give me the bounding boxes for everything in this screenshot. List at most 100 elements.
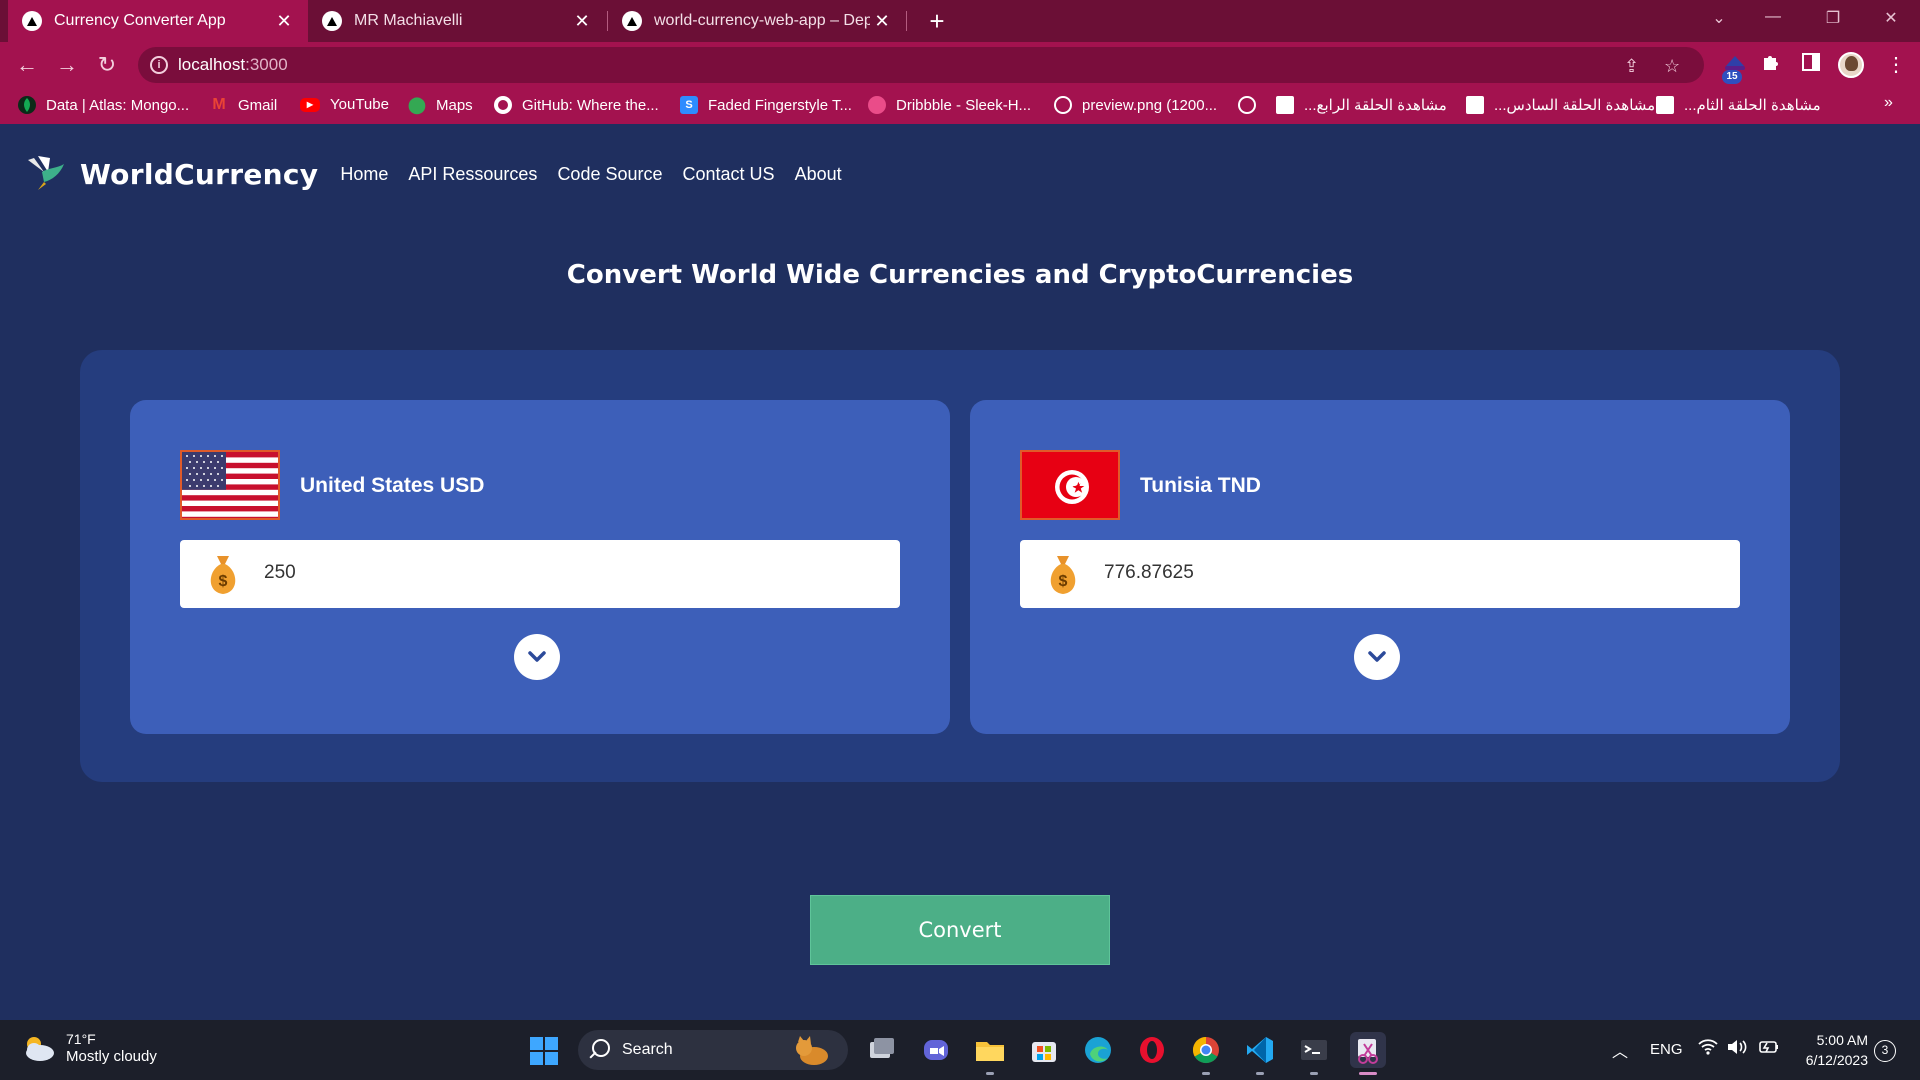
brand-name[interactable]: WorldCurrency bbox=[80, 158, 318, 191]
bookmark-item[interactable]: Dribbble - Sleek-H... bbox=[868, 96, 1031, 114]
microsoft-store-icon[interactable] bbox=[1026, 1032, 1062, 1068]
site-icon bbox=[1276, 96, 1294, 114]
vscode-icon[interactable] bbox=[1242, 1032, 1278, 1068]
bookmark-item[interactable] bbox=[1238, 96, 1266, 114]
search-highlight-cat-icon bbox=[796, 1036, 828, 1065]
bookmark-item[interactable]: M Gmail bbox=[210, 96, 277, 114]
back-arrow-icon[interactable]: ← bbox=[14, 52, 40, 78]
bookmark-star-icon[interactable]: ☆ bbox=[1664, 56, 1680, 77]
money-bag-icon: $ bbox=[206, 552, 240, 596]
terminal-icon[interactable] bbox=[1296, 1032, 1332, 1068]
input-language[interactable]: ENG bbox=[1650, 1041, 1683, 1058]
taskbar-search-box[interactable]: Search bbox=[578, 1030, 848, 1070]
globe-icon bbox=[1054, 96, 1072, 114]
bookmark-item[interactable]: ...مشاهدة الحلقة الثام bbox=[1656, 96, 1821, 114]
address-bar-row: ← → ↻ i localhost:3000 ⇪ ☆ bbox=[0, 42, 1920, 88]
chevron-down-icon bbox=[1368, 651, 1386, 662]
share-icon[interactable]: ⇪ bbox=[1624, 56, 1639, 77]
bird-logo-icon[interactable] bbox=[24, 154, 68, 194]
tab-title: Currency Converter App bbox=[54, 12, 226, 29]
opera-browser-icon[interactable] bbox=[1134, 1032, 1170, 1068]
maps-icon: ⬤ bbox=[408, 97, 426, 114]
browser-tab-strip: Currency Converter App ✕ MR Machiavelli … bbox=[0, 0, 1920, 42]
wifi-icon[interactable] bbox=[1698, 1038, 1718, 1061]
side-panel-icon[interactable] bbox=[1798, 52, 1824, 78]
from-currency-label: United States USD bbox=[300, 474, 485, 497]
from-amount-value: 250 bbox=[264, 562, 296, 583]
windows-start-icon[interactable] bbox=[530, 1037, 558, 1065]
tab-separator bbox=[906, 11, 907, 31]
from-amount-input[interactable]: $ 250 bbox=[180, 540, 900, 608]
url-field[interactable]: i localhost:3000 ⇪ ☆ bbox=[138, 47, 1704, 83]
bookmark-item[interactable]: ...مشاهدة الحلقة السادس bbox=[1466, 96, 1655, 114]
edge-browser-icon[interactable] bbox=[1080, 1032, 1116, 1068]
weather-temperature: 71°F bbox=[66, 1031, 96, 1047]
vercel-icon bbox=[622, 11, 642, 31]
chrome-browser-icon[interactable] bbox=[1188, 1032, 1224, 1068]
nav-home-link[interactable]: Home bbox=[340, 164, 388, 185]
from-currency-dropdown-button[interactable] bbox=[514, 634, 560, 680]
close-tab-icon[interactable]: ✕ bbox=[870, 11, 894, 32]
gmail-icon: M bbox=[212, 96, 226, 113]
bookmark-item[interactable]: ...مشاهدة الحلقة الرابع bbox=[1276, 96, 1447, 114]
clock-time: 5:00 AM bbox=[1816, 1032, 1868, 1048]
partly-cloudy-icon bbox=[20, 1033, 56, 1063]
notification-badge[interactable]: 3 bbox=[1874, 1040, 1896, 1062]
teams-chat-icon[interactable] bbox=[918, 1032, 954, 1068]
songsterr-icon: S bbox=[680, 96, 698, 114]
tab-title: world-currency-web-app – Deplo bbox=[654, 12, 870, 29]
github-icon bbox=[494, 96, 512, 114]
bookmark-item[interactable]: GitHub: Where the... bbox=[494, 96, 659, 114]
from-currency-card: United States USD $ 250 bbox=[130, 400, 950, 734]
browser-menu-icon[interactable]: ⋮ bbox=[1886, 52, 1906, 77]
bookmark-item[interactable]: ▶ YouTube bbox=[300, 96, 389, 113]
tab-mr-machiavelli[interactable]: MR Machiavelli ✕ bbox=[308, 0, 606, 42]
task-view-icon[interactable] bbox=[864, 1032, 900, 1068]
convert-button[interactable]: Convert bbox=[810, 895, 1110, 965]
minimize-button[interactable]: — bbox=[1758, 8, 1788, 26]
volume-icon[interactable] bbox=[1726, 1038, 1748, 1061]
nav-contact-us-link[interactable]: Contact US bbox=[683, 164, 775, 185]
us-flag bbox=[180, 450, 280, 520]
site-info-icon[interactable]: i bbox=[150, 56, 168, 74]
snipping-tool-icon[interactable] bbox=[1350, 1032, 1386, 1068]
to-amount-input[interactable]: $ 776.87625 bbox=[1020, 540, 1740, 608]
bookmark-item[interactable]: preview.png (1200... bbox=[1054, 96, 1217, 114]
extensions-puzzle-icon[interactable] bbox=[1758, 52, 1784, 78]
bookmarks-bar: Data | Atlas: Mongo... M Gmail ▶ YouTube… bbox=[0, 88, 1920, 124]
forward-arrow-icon[interactable]: → bbox=[54, 52, 80, 78]
restore-button[interactable]: ❐ bbox=[1818, 8, 1848, 28]
tab-world-currency-deploy[interactable]: world-currency-web-app – Deplo ✕ bbox=[608, 0, 906, 42]
bookmark-item[interactable]: ⬤ Maps bbox=[408, 96, 473, 115]
bookmarks-overflow-button[interactable]: » bbox=[1884, 94, 1893, 112]
to-currency-label: Tunisia TND bbox=[1140, 474, 1261, 497]
youtube-icon: ▶ bbox=[300, 97, 320, 112]
system-clock[interactable]: 5:00 AM 6/12/2023 bbox=[1796, 1030, 1868, 1070]
profile-avatar[interactable] bbox=[1838, 52, 1864, 78]
page-headline: Convert World Wide Currencies and Crypto… bbox=[566, 260, 1354, 290]
show-hidden-icons-chevron-icon[interactable]: ︿ bbox=[1612, 1038, 1628, 1062]
bookmark-item[interactable]: Data | Atlas: Mongo... bbox=[18, 96, 189, 114]
tab-search-chevron-icon[interactable]: ⌄ bbox=[1704, 8, 1734, 28]
running-indicator bbox=[1202, 1072, 1210, 1075]
nav-code-source-link[interactable]: Code Source bbox=[557, 164, 662, 185]
taskbar-search-label: Search bbox=[622, 1041, 673, 1058]
mongodb-icon bbox=[18, 96, 36, 114]
close-tab-icon[interactable]: ✕ bbox=[272, 11, 296, 32]
bookmark-item[interactable]: S Faded Fingerstyle T... bbox=[680, 96, 852, 114]
new-tab-button[interactable]: + bbox=[922, 6, 952, 37]
battery-charging-icon[interactable] bbox=[1756, 1038, 1780, 1061]
reload-icon[interactable]: ↻ bbox=[94, 52, 120, 78]
file-explorer-icon[interactable] bbox=[972, 1032, 1008, 1068]
weather-widget[interactable]: 71°F Mostly cloudy bbox=[20, 1030, 157, 1066]
site-navbar: WorldCurrency Home API Ressources Code S… bbox=[24, 154, 862, 194]
close-tab-icon[interactable]: ✕ bbox=[570, 11, 594, 32]
nav-about-link[interactable]: About bbox=[795, 164, 842, 185]
close-window-button[interactable]: ✕ bbox=[1876, 8, 1906, 28]
tab-currency-converter[interactable]: Currency Converter App ✕ bbox=[8, 0, 308, 42]
vercel-icon bbox=[22, 11, 42, 31]
to-currency-dropdown-button[interactable] bbox=[1354, 634, 1400, 680]
vercel-icon bbox=[322, 11, 342, 31]
search-icon bbox=[592, 1039, 610, 1057]
nav-api-ressources-link[interactable]: API Ressources bbox=[408, 164, 537, 185]
